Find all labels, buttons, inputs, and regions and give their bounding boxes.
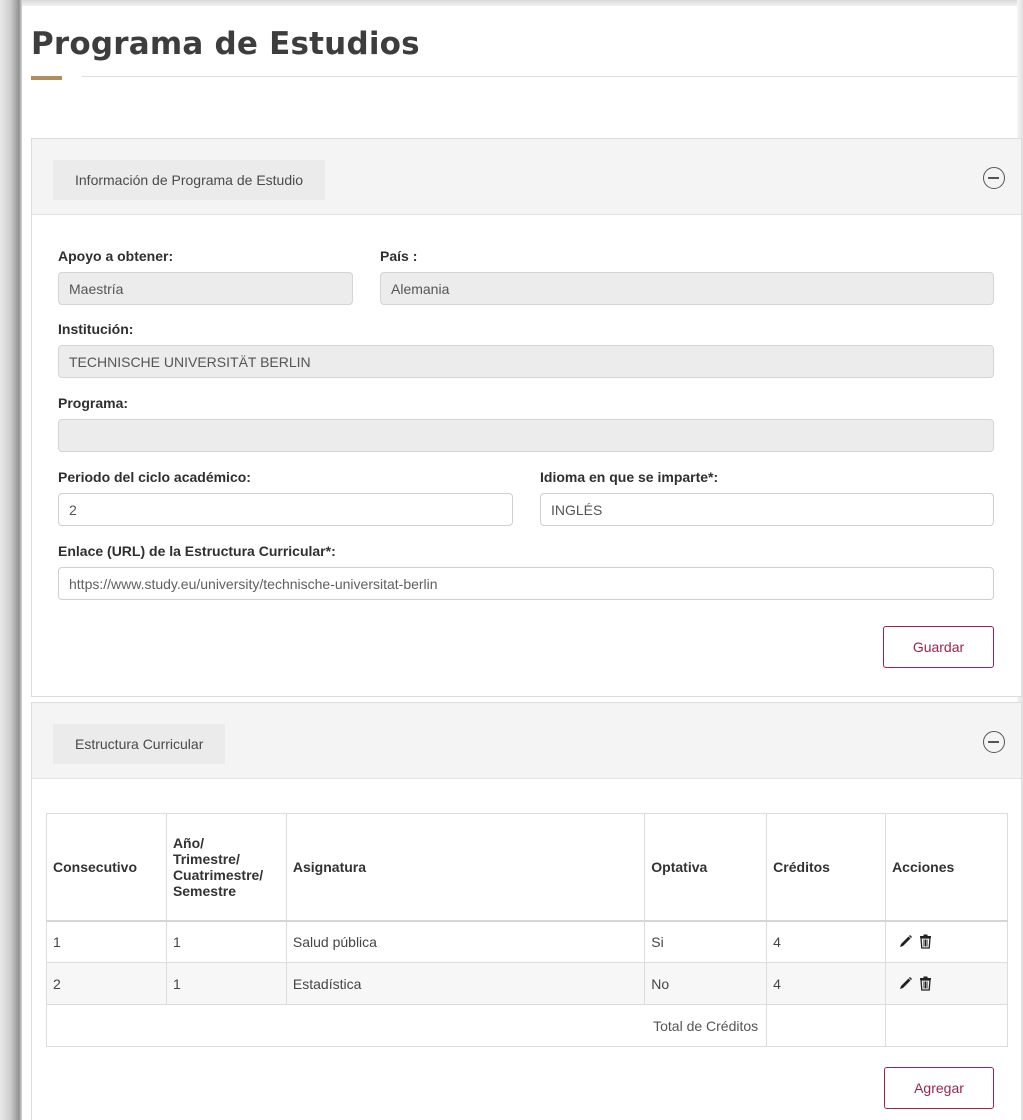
- table-header-row: Consecutivo Año/ Trimestre/ Cuatrimestre…: [46, 813, 1008, 922]
- save-button[interactable]: Guardar: [883, 626, 994, 668]
- row-actions: [892, 976, 1001, 991]
- cell-asignatura: Salud pública: [285, 920, 646, 963]
- cell-acciones: [885, 920, 1008, 963]
- cell-consecutivo: 2: [46, 962, 167, 1005]
- col-header-optativa[interactable]: Optativa: [644, 813, 768, 922]
- table-row: 1 1 Salud pública Si 4: [46, 920, 1008, 963]
- col-header-periodo[interactable]: Año/ Trimestre/ Cuatrimestre/ Semestre: [165, 813, 287, 922]
- title-accent-bar: [31, 76, 62, 80]
- trash-icon[interactable]: [918, 934, 933, 949]
- total-creditos-value: [766, 1004, 887, 1047]
- page-title: Programa de Estudios: [31, 26, 420, 62]
- minus-circle-icon[interactable]: [983, 167, 1005, 189]
- pencil-icon[interactable]: [898, 976, 913, 991]
- minus-circle-icon[interactable]: [983, 731, 1005, 753]
- periodo-input[interactable]: 2: [58, 493, 513, 526]
- col-header-acciones: Acciones: [885, 813, 1008, 922]
- cell-asignatura: Estadística: [285, 962, 646, 1005]
- add-button[interactable]: Agregar: [884, 1067, 994, 1109]
- apoyo-field: Maestría: [58, 272, 353, 305]
- apoyo-label: Apoyo a obtener:: [58, 248, 174, 264]
- col-header-creditos[interactable]: Créditos: [766, 813, 887, 922]
- periodo-label: Periodo del ciclo académico:: [58, 469, 251, 485]
- programa-field: [58, 419, 994, 452]
- cell-creditos: 4: [766, 962, 887, 1005]
- pencil-icon[interactable]: [898, 934, 913, 949]
- cell-periodo: 1: [165, 920, 287, 963]
- curricular-panel: Estructura Curricular Consecutivo Año/ T…: [31, 702, 1022, 1120]
- cell-periodo: 1: [165, 962, 287, 1005]
- col-header-periodo-line: Trimestre/: [172, 850, 240, 867]
- idioma-label: Idioma en que se imparte*:: [540, 469, 719, 485]
- col-header-periodo-line: Cuatrimestre/: [172, 866, 264, 883]
- trash-icon[interactable]: [918, 976, 933, 991]
- cell-consecutivo: 1: [46, 920, 167, 963]
- pais-label: País :: [380, 248, 418, 264]
- info-panel-header: Información de Programa de Estudio: [32, 139, 1021, 215]
- info-panel-tab[interactable]: Información de Programa de Estudio: [53, 160, 326, 200]
- page-content: Programa de Estudios Información de Prog…: [22, 6, 1022, 1120]
- total-creditos-label: Total de Créditos: [45, 1004, 768, 1047]
- curricular-panel-header: Estructura Curricular: [32, 703, 1021, 779]
- institucion-label: Institución:: [58, 321, 134, 337]
- total-empty-cell: [885, 1004, 1008, 1047]
- cell-optativa: Si: [644, 920, 768, 963]
- curricular-table: Consecutivo Año/ Trimestre/ Cuatrimestre…: [45, 813, 1008, 1047]
- enlace-input[interactable]: https://www.study.eu/university/technisc…: [58, 567, 994, 600]
- title-divider: [82, 76, 1017, 77]
- curricular-panel-tab[interactable]: Estructura Curricular: [53, 724, 226, 764]
- info-panel: Información de Programa de Estudio Apoyo…: [31, 138, 1022, 697]
- pais-field: Alemania: [380, 272, 994, 305]
- idioma-input[interactable]: INGLÉS: [540, 493, 994, 526]
- cell-optativa: No: [644, 962, 768, 1005]
- row-actions: [892, 934, 1001, 949]
- institucion-field: TECHNISCHE UNIVERSITÄT BERLIN: [58, 345, 994, 378]
- table-total-row: Total de Créditos: [45, 1004, 1008, 1047]
- enlace-label: Enlace (URL) de la Estructura Curricular…: [58, 543, 336, 559]
- col-header-periodo-line: Semestre: [172, 882, 236, 899]
- table-row: 2 1 Estadística No 4: [46, 962, 1008, 1005]
- col-header-periodo-line: Año/: [172, 834, 205, 851]
- cell-acciones: [885, 962, 1008, 1005]
- window-frame-left: [0, 0, 22, 1120]
- col-header-asignatura[interactable]: Asignatura: [285, 813, 646, 922]
- cell-creditos: 4: [766, 920, 887, 963]
- col-header-consecutivo[interactable]: Consecutivo: [46, 813, 167, 922]
- programa-label: Programa:: [58, 395, 129, 411]
